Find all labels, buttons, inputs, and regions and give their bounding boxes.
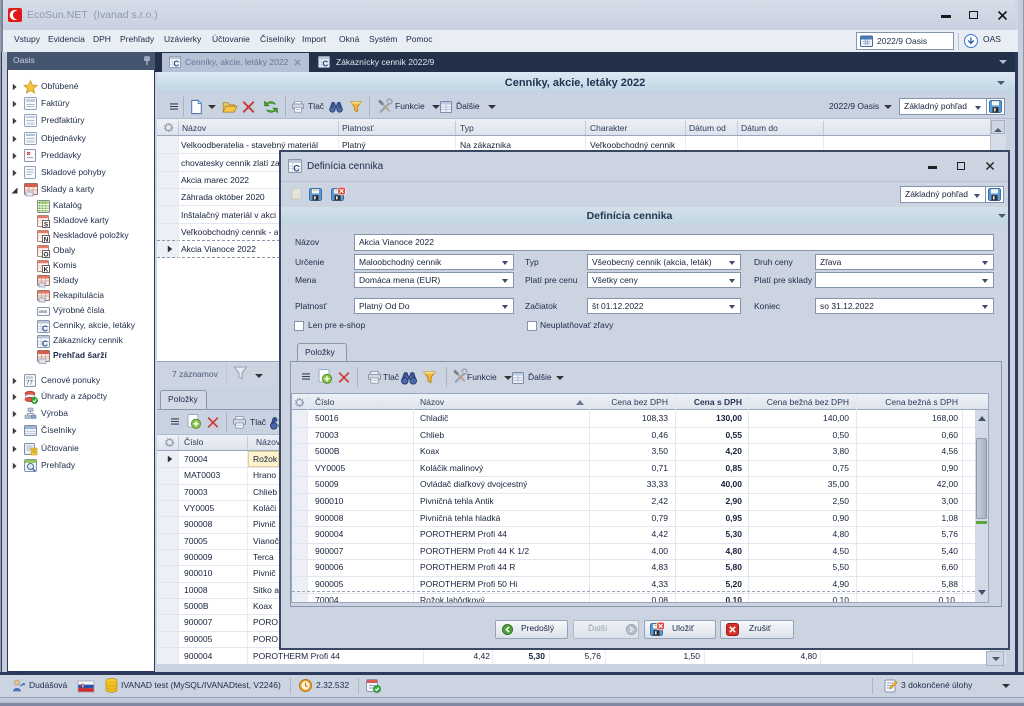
svg-text:C: C [42, 324, 48, 334]
svg-text:C: C [42, 339, 48, 349]
svg-text:C: C [293, 163, 300, 173]
svg-text:S: S [44, 221, 49, 228]
svg-text:C: C [323, 60, 329, 69]
svg-text:C: C [174, 60, 180, 69]
svg-text:77: 77 [26, 381, 33, 387]
svg-text:K: K [44, 266, 49, 273]
svg-text:N: N [44, 236, 49, 243]
svg-text:O: O [43, 251, 48, 258]
